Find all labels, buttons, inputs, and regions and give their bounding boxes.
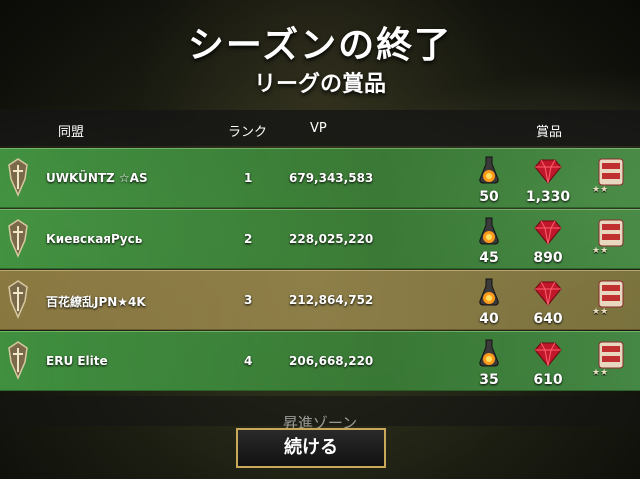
flask-icon	[479, 156, 499, 184]
vp-value: 206,668,220	[289, 354, 374, 368]
gem-reward-count: 610	[533, 372, 563, 388]
gem-icon	[534, 342, 562, 367]
alliance-emblem-icon	[8, 158, 28, 197]
table-row[interactable]: UWKÜNTZ ☆AS 1 679,343,583 50 1,330 ★★	[0, 148, 640, 208]
rank-value: 4	[244, 354, 253, 368]
gem-reward-count: 890	[533, 250, 563, 266]
page-subtitle: リーグの賞品	[253, 72, 386, 97]
rank-value: 2	[244, 232, 253, 246]
chest-stars: ★★	[592, 246, 609, 256]
gem-reward-count: 1,330	[525, 189, 571, 205]
vp-value: 212,864,752	[289, 293, 374, 307]
rank-value: 1	[244, 171, 253, 185]
gem-icon	[534, 220, 562, 245]
chest-icon	[598, 341, 624, 369]
flask-reward-count: 35	[479, 372, 499, 388]
table-row[interactable]: 百花繚乱JPN★4K 3 212,864,752 40 640 ★★	[0, 270, 640, 330]
rewards-column-header: 賞品	[536, 125, 563, 140]
alliance-emblem-icon	[8, 341, 28, 380]
alliance-emblem-icon	[8, 219, 28, 258]
vp-value: 228,025,220	[289, 232, 374, 246]
chest-icon	[598, 280, 624, 308]
flask-reward-count: 50	[479, 189, 499, 205]
page-title: シーズンの終了	[187, 25, 453, 66]
table-row[interactable]: ERU Elite 4 206,668,220 35 610 ★★	[0, 331, 640, 391]
alliance-name: 百花繚乱JPN★4K	[46, 295, 146, 309]
rank-value: 3	[244, 293, 253, 307]
alliance-column-header: 同盟	[58, 125, 85, 140]
rank-column-header: ランク	[228, 125, 268, 140]
gem-reward-count: 640	[533, 311, 563, 327]
flask-icon	[479, 278, 499, 306]
alliance-name: UWKÜNTZ ☆AS	[46, 171, 148, 185]
vp-value: 679,343,583	[289, 171, 374, 185]
table-row[interactable]: КиевскаяРусь 2 228,025,220 45 890 ★★	[0, 209, 640, 269]
table-header: 同盟 ランク VP 賞品	[0, 110, 640, 146]
alliance-emblem-icon	[8, 280, 28, 319]
chest-stars: ★★	[592, 307, 609, 317]
gem-icon	[534, 159, 562, 184]
chest-icon	[598, 219, 624, 247]
chest-icon	[598, 158, 624, 186]
gem-icon	[534, 281, 562, 306]
flask-reward-count: 40	[479, 311, 499, 327]
alliance-name: ERU Elite	[46, 354, 108, 368]
continue-button[interactable]: 続ける	[236, 428, 386, 468]
flask-icon	[479, 217, 499, 245]
alliance-name: КиевскаяРусь	[46, 232, 143, 246]
flask-reward-count: 45	[479, 250, 499, 266]
vp-column-header: VP	[310, 121, 327, 136]
chest-stars: ★★	[592, 185, 609, 195]
chest-stars: ★★	[592, 368, 609, 378]
flask-icon	[479, 339, 499, 367]
